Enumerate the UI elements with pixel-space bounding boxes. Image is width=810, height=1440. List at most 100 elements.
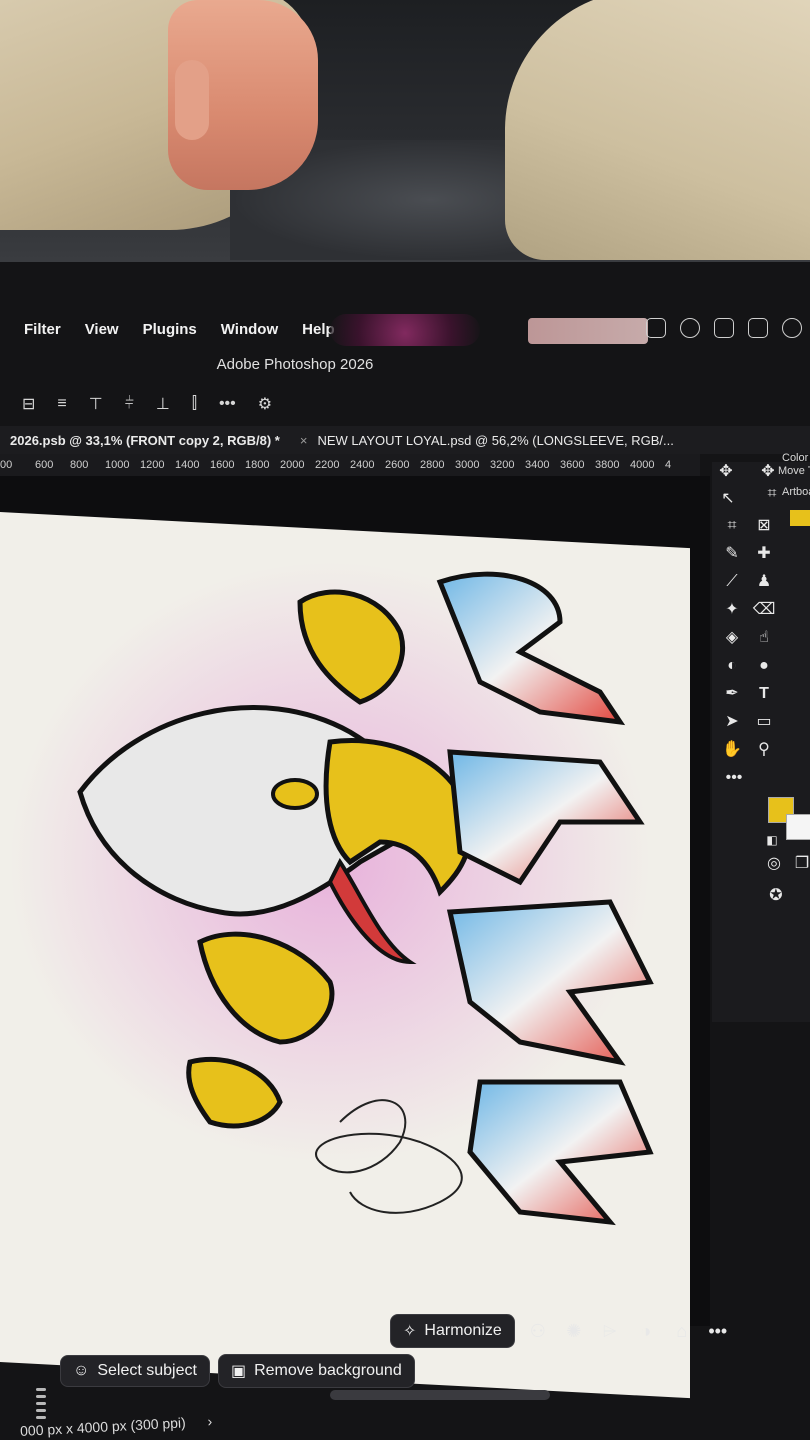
ruler-tick-label: 1600: [210, 459, 235, 471]
photo-pants-right: [505, 0, 810, 260]
context-row-bottom: ☺ Select subject ▣ Remove background: [60, 1354, 415, 1388]
background-photo: [0, 0, 810, 262]
battery-icon[interactable]: [714, 318, 734, 338]
remove-background-button[interactable]: ▣ Remove background: [217, 1354, 415, 1388]
window-title: Adobe Photoshop 2026: [216, 356, 374, 373]
generative-fill-icon[interactable]: ✪: [764, 884, 788, 908]
screen-mode-icon[interactable]: ❐: [790, 852, 810, 876]
artboard-tool-icon[interactable]: ⌗: [760, 482, 784, 506]
window-title-bar: Adobe Photoshop 2026: [0, 356, 810, 384]
move-tool-option-icon[interactable]: ✥: [756, 460, 780, 484]
harmonize-button[interactable]: ✧ Harmonize: [390, 1314, 515, 1348]
move-tool-icon[interactable]: ✥: [714, 460, 738, 484]
quick-mask-icon[interactable]: ◎: [762, 852, 786, 876]
hand-tool-icon[interactable]: ✋: [720, 738, 744, 762]
generate-icon[interactable]: ⌂: [669, 1321, 695, 1342]
frame-tool-icon[interactable]: ⊠: [752, 514, 776, 538]
select-subject-button[interactable]: ☺ Select subject: [60, 1355, 210, 1387]
shield-status-icon[interactable]: [646, 318, 666, 338]
wifi-icon[interactable]: [782, 318, 802, 338]
align-bottom-icon[interactable]: ⊥: [156, 394, 170, 414]
horizontal-ruler[interactable]: 00 600 800 1000 1200 1400 1600 1800 2000 2200 2400…: [0, 454, 700, 477]
transform-icon[interactable]: ⌲: [597, 1321, 623, 1342]
wallpaper-glimpse: [330, 314, 480, 346]
zoom-tool-icon[interactable]: ⚲: [752, 738, 776, 762]
dodge-tool-icon[interactable]: ◐: [720, 654, 744, 678]
history-brush-icon[interactable]: ✦: [720, 598, 744, 622]
artboard-tool-label: Artboa: [782, 486, 810, 498]
ruler-tick-label: 3200: [490, 459, 515, 471]
menu-filter[interactable]: Filter: [24, 321, 61, 338]
ruler-tick-label: 2400: [350, 459, 375, 471]
ruler-tick-label: 2000: [280, 459, 305, 471]
horizontal-scrollbar[interactable]: [330, 1390, 550, 1400]
ruler-tick-label: 800: [70, 459, 89, 471]
magic-wand-icon[interactable]: ✺: [561, 1321, 587, 1342]
options-bar: ⊟ ≡ ⊤ ⫩ ⊥ ⫿ ••• ⚙: [0, 384, 810, 424]
ruler-tick-label: 2600: [385, 459, 410, 471]
person-select-icon: ☺: [73, 1362, 90, 1379]
color-panel-label[interactable]: Color: [782, 452, 808, 464]
crop-tool-icon[interactable]: ⌗: [720, 514, 744, 538]
align-middle-vertical-icon[interactable]: ⫩: [125, 395, 134, 413]
ruler-tick-label: 3600: [560, 459, 585, 471]
ruler-tick-label: 00: [0, 459, 13, 471]
menu-bar: Filter View Plugins Window Help: [0, 310, 810, 348]
align-top-icon[interactable]: ⊤: [89, 394, 103, 414]
select-arrow-icon[interactable]: ↖: [716, 487, 740, 511]
monitor-screen: Filter View Plugins Window Help Adobe Ph…: [0, 262, 810, 1440]
distribute-icon[interactable]: ⫿: [192, 395, 197, 413]
taskbar-grip-handle[interactable]: [36, 1388, 46, 1426]
move-tool-label: Move T: [778, 465, 810, 477]
ruler-tick-label: 600: [35, 459, 54, 471]
paint-bucket-icon[interactable]: ◈: [720, 626, 744, 650]
close-tab-icon[interactable]: ×: [300, 433, 308, 448]
document-tab-bar: 2026.psb @ 33,1% (FRONT copy 2, RGB/8) *…: [0, 426, 810, 454]
more-options-button[interactable]: •••: [219, 395, 236, 413]
menu-window[interactable]: Window: [221, 321, 278, 338]
gear-icon[interactable]: ⚙: [258, 394, 272, 414]
tab-document-2026[interactable]: 2026.psb @ 33,1% (FRONT copy 2, RGB/8) *: [0, 433, 290, 448]
align-center-horizontal-icon[interactable]: ≡: [57, 395, 66, 413]
remove-background-label: Remove background: [254, 1362, 402, 1379]
more-context-button[interactable]: •••: [705, 1321, 731, 1342]
ruler-tick-label: 2800: [420, 459, 445, 471]
ruler-tick-label: 1200: [140, 459, 165, 471]
background-color-swatch[interactable]: [786, 814, 810, 840]
ruler-tick-label: 4: [665, 459, 672, 471]
control-center-icon[interactable]: [748, 318, 768, 338]
people-icon[interactable]: ⚇: [525, 1321, 551, 1342]
photo-finger: [175, 60, 209, 140]
chevron-right-icon[interactable]: ›: [207, 1413, 213, 1429]
panel-color-swatch[interactable]: [790, 510, 810, 526]
type-tool-icon[interactable]: T: [752, 682, 776, 706]
context-row-top: ✧ Harmonize ⚇ ✺ ⌲ ◑ ⌂ •••: [390, 1314, 731, 1348]
menu-view[interactable]: View: [85, 321, 119, 338]
tab-new-layout-loyal[interactable]: × NEW LAYOUT LOYAL.psd @ 56,2% (LONGSLEEV…: [290, 433, 684, 448]
healing-brush-icon[interactable]: ✚: [752, 542, 776, 566]
smudge-tool-icon[interactable]: ☝: [752, 626, 776, 650]
ruler-tick-label: 2200: [315, 459, 340, 471]
artwork-eagle-graffiti: [10, 562, 654, 1226]
document-info: 000 px x 4000 px (300 ppi) ›: [20, 1413, 213, 1439]
brush-tool-icon[interactable]: ⟋: [720, 570, 744, 594]
ruler-tick-label: 3400: [525, 459, 550, 471]
default-colors-icon[interactable]: ◧: [760, 828, 784, 852]
more-tools-button[interactable]: •••: [722, 766, 746, 790]
align-left-icon[interactable]: ⊟: [22, 394, 35, 414]
ruler-tick-label: 4000: [630, 459, 655, 471]
eyedropper-tool-icon[interactable]: ✎: [720, 542, 744, 566]
creative-cloud-icon[interactable]: [680, 318, 700, 338]
rectangle-tool-icon[interactable]: ▭: [752, 710, 776, 734]
ruler-tick-label: 1800: [245, 459, 270, 471]
image-icon: ▣: [230, 1363, 247, 1380]
adjustment-icon[interactable]: ◑: [633, 1321, 659, 1342]
harmonize-label: Harmonize: [424, 1322, 502, 1339]
menu-plugins[interactable]: Plugins: [143, 321, 197, 338]
menu-status-icons: [646, 318, 802, 338]
eraser-tool-icon[interactable]: ⌫: [752, 598, 776, 622]
path-select-icon[interactable]: ➤: [720, 710, 744, 734]
sponge-tool-icon[interactable]: ●: [752, 654, 776, 678]
pen-tool-icon[interactable]: ✒: [720, 682, 744, 706]
stamp-tool-icon[interactable]: ♟: [752, 570, 776, 594]
